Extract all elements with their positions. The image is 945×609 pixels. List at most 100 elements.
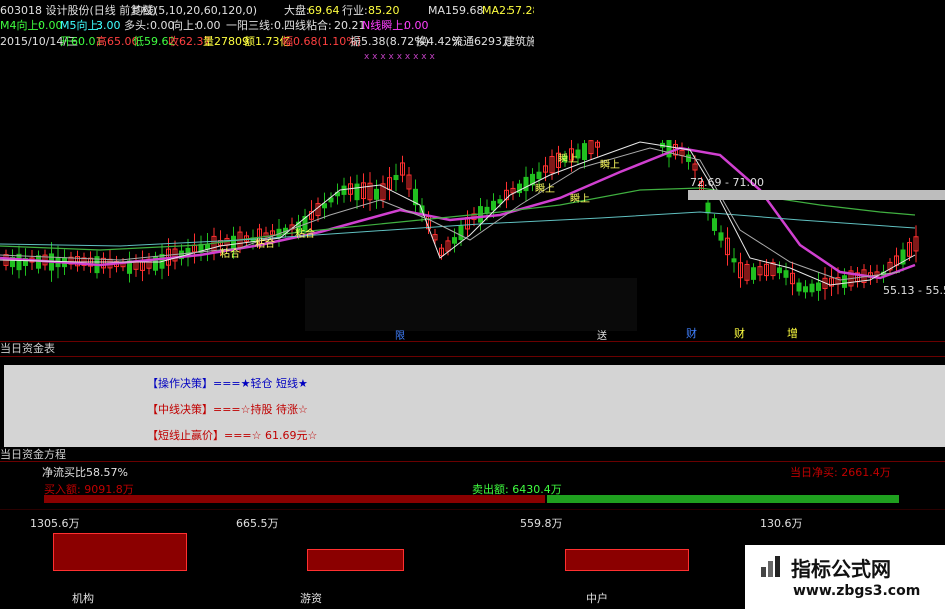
panel2-title: 当日资金方程: [0, 448, 66, 461]
chart-tag: 粘合: [220, 247, 240, 260]
decision-stop-profit: 【短线止赢价】===☆ 61.69元☆: [147, 429, 318, 442]
market-value: 69.64: [308, 4, 340, 17]
candle-down: [666, 139, 672, 158]
resistance-band: [688, 190, 945, 200]
candle-down: [322, 203, 327, 209]
watermark-logo-icon: [759, 553, 785, 579]
sell-segment: [547, 495, 899, 503]
mid-retail-label: 中户: [586, 592, 608, 605]
m4-value: 0.00: [38, 19, 63, 32]
candle-down: [16, 253, 22, 271]
xiangshang-label: 向上:: [172, 19, 198, 32]
hot-money-bar: [307, 549, 404, 571]
candle-down: [783, 270, 789, 278]
chart-tag: 粘合: [295, 227, 315, 240]
candle-down: [777, 267, 782, 274]
buy-segment: [44, 495, 545, 503]
divider: [0, 356, 945, 357]
ma2-label: MA2:: [482, 4, 510, 17]
net-buy-label: 当日净买: 2661.4万: [790, 466, 891, 479]
bar-value-3: 559.8万: [520, 517, 563, 530]
event-marker-inc[interactable]: 增: [787, 325, 798, 341]
chart-tag: 瞬上: [600, 158, 620, 171]
nline-label: N线瞬上:: [362, 19, 407, 32]
chart-tag: 粘合: [255, 237, 275, 250]
candle-down: [458, 225, 464, 241]
candle-down: [803, 286, 808, 293]
divider: [0, 509, 945, 510]
candle-down: [816, 282, 821, 291]
candle-down: [341, 185, 347, 195]
candle-down: [705, 202, 711, 214]
candle-down: [491, 200, 496, 211]
divider: [0, 461, 945, 462]
watermark-url: www.zbgs3.com: [793, 583, 921, 599]
panel2-title-bar: 当日资金方程: [0, 448, 945, 462]
decision-panel: 【操作决策】===★轻仓 短线★ 【中线决策】===☆持股 待涨☆ 【短线止赢价…: [4, 365, 945, 447]
chart-tag: 瞬上: [570, 192, 590, 205]
bar-value-1: 1305.6万: [30, 517, 80, 530]
lower-range-label: 55.13 - 55.51: [883, 284, 945, 297]
ma-params: 均线(5,10,20,60,120,0): [132, 4, 258, 17]
candle-down: [231, 235, 236, 250]
duotou-value: 0.00: [150, 19, 175, 32]
candle-down: [686, 154, 691, 162]
event-marker-fin-2[interactable]: 财: [734, 325, 745, 341]
bar-value-4: 130.6万: [760, 517, 803, 530]
candle-down: [484, 206, 490, 214]
m4-label: M4向上:: [0, 19, 43, 32]
candle-down: [712, 218, 717, 231]
yiyang-label: 一阳三线:: [226, 19, 274, 32]
ma1-value: 59.68: [452, 4, 484, 17]
market-label: 大盘:: [284, 4, 310, 17]
mid-retail-bar: [565, 549, 689, 571]
chart-tag: 瞬上: [535, 182, 555, 195]
panel1-title-bar: 当日资金表: [0, 341, 945, 355]
chart-tag: 瞬上: [558, 152, 578, 165]
candle-down: [393, 174, 399, 181]
decision-operation: 【操作决策】===★轻仓 短线★: [147, 377, 308, 390]
candle-down: [354, 183, 360, 201]
redaction-top-right: [534, 0, 945, 140]
institution-label: 机构: [72, 592, 94, 605]
candle-down: [536, 171, 542, 179]
hot-money-label: 游资: [300, 592, 322, 605]
sixian-value: 20.21: [334, 19, 366, 32]
candle-down: [374, 188, 379, 200]
candle-down: [751, 267, 756, 280]
candle-down: [718, 232, 724, 241]
industry-value: 85.20: [368, 4, 400, 17]
m5-value: 3.00: [96, 19, 121, 32]
duotou-label: 多头:: [124, 19, 150, 32]
watermark: 指标公式网 www.zbgs3.com: [745, 545, 945, 609]
institution-bar: [53, 533, 187, 571]
candle-down: [842, 275, 847, 288]
upper-range-label: 72.69 - 71.00: [690, 176, 764, 189]
industry-label: 行业:: [342, 4, 368, 17]
event-marker-send[interactable]: 送: [597, 327, 607, 342]
panel1-title: 当日资金表: [0, 342, 55, 355]
ma-line-cyan: [0, 211, 916, 247]
candle-down: [582, 143, 587, 161]
nline-value: 0.00: [404, 19, 429, 32]
buy-sell-ratio-bar: [44, 495, 899, 503]
event-marker-fin-1[interactable]: 财: [686, 325, 697, 341]
candle-down: [523, 176, 529, 192]
watermark-title: 指标公式网: [791, 557, 891, 581]
price-chart[interactable]: 粘合 粘合 粘合 瞬上 瞬上 瞬上 瞬上 603018 设计股份(日线 前复权) 均线(5,…: [0, 0, 945, 342]
candle-down: [796, 282, 802, 292]
candle-down: [452, 237, 457, 244]
decision-midterm: 【中线决策】===☆持股 待涨☆: [147, 403, 308, 416]
signal-markers: x x x x x x x x x: [364, 52, 435, 62]
net-ratio-label: 净流买比58.57%: [42, 466, 128, 479]
event-marker-limit[interactable]: 限: [395, 327, 405, 342]
bar-value-2: 665.5万: [236, 517, 279, 530]
ma-line-gray: [0, 147, 901, 281]
bar-volume: 量27809: [203, 35, 249, 48]
redaction-center: [305, 278, 637, 331]
candle-down: [809, 283, 815, 293]
candle-down: [731, 258, 737, 263]
candle-down: [497, 199, 503, 204]
xiangshang-value: 0.00: [196, 19, 221, 32]
sixian-label: 四线粘合:: [284, 19, 332, 32]
